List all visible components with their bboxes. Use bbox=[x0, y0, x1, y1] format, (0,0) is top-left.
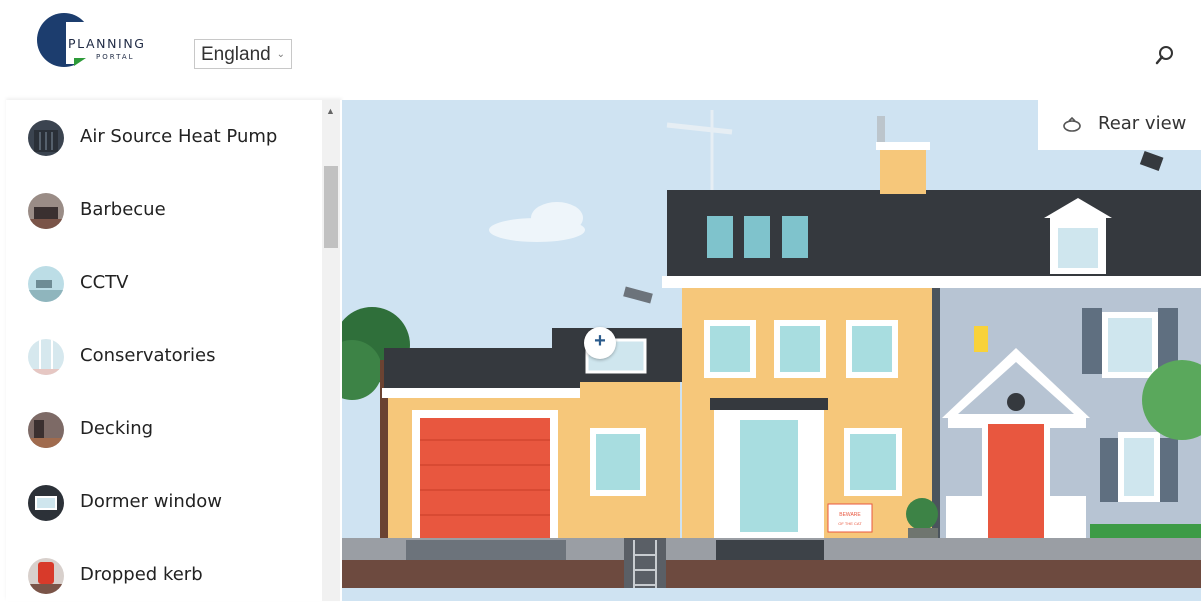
sign-text-cat: OF THE CAT bbox=[838, 521, 862, 526]
rear-view-button[interactable]: Rear view bbox=[1038, 100, 1201, 150]
country-select[interactable]: England ⌄ bbox=[194, 39, 292, 69]
rotate-view-icon bbox=[1062, 115, 1082, 135]
cctv-icon bbox=[28, 266, 64, 302]
sidebar-item-label: Decking bbox=[80, 418, 154, 439]
barbecue-icon bbox=[28, 193, 64, 229]
planning-portal-logo[interactable]: PLANNING PORTAL bbox=[36, 12, 166, 70]
sidebar-item-barbecue[interactable]: Barbecue bbox=[6, 173, 322, 245]
sidebar-item-label: Conservatories bbox=[80, 345, 216, 366]
sidebar-item-dropped-kerb[interactable]: Dropped kerb bbox=[6, 538, 322, 610]
sidebar-item-label: Air Source Heat Pump bbox=[80, 126, 278, 147]
sidebar-scrollbar[interactable]: ▲ bbox=[322, 100, 340, 601]
plus-icon: + bbox=[594, 330, 606, 352]
site-header: PLANNING PORTAL England ⌄ bbox=[0, 0, 1201, 100]
sidebar-item-decking[interactable]: Decking bbox=[6, 392, 322, 464]
sidebar-item-conservatories[interactable]: Conservatories bbox=[6, 319, 322, 391]
scroll-up-arrow-icon[interactable]: ▲ bbox=[326, 106, 335, 116]
dormer-window-icon bbox=[28, 485, 64, 521]
country-select-value: England bbox=[201, 44, 271, 65]
dropped-kerb-icon bbox=[28, 558, 64, 594]
sidebar-item-label: CCTV bbox=[80, 272, 129, 293]
scrollbar-thumb[interactable] bbox=[324, 166, 338, 248]
house-scene-svg: BEWARE OF THE CAT bbox=[342, 110, 1201, 601]
house-illustration: BEWARE OF THE CAT bbox=[342, 100, 1201, 601]
sidebar-item-label: Barbecue bbox=[80, 199, 166, 220]
hotspot-plus-button[interactable]: + bbox=[584, 327, 616, 359]
sign-text-beware: BEWARE bbox=[839, 512, 861, 518]
sidebar-item-dormer-window[interactable]: Dormer window bbox=[6, 465, 322, 537]
logo-text-portal: PORTAL bbox=[96, 53, 135, 61]
decking-icon bbox=[28, 412, 64, 448]
sidebar-item-cctv[interactable]: CCTV bbox=[6, 246, 322, 318]
sidebar-item-label: Dormer window bbox=[80, 491, 222, 512]
heat-pump-icon bbox=[28, 120, 64, 156]
chevron-down-icon: ⌄ bbox=[276, 49, 285, 60]
conservatory-icon bbox=[28, 339, 64, 375]
logo-text-planning: PLANNING bbox=[68, 36, 146, 51]
rear-view-label: Rear view bbox=[1098, 113, 1187, 134]
features-sidebar[interactable]: Air Source Heat Pump Barbecue CCTV Conse… bbox=[6, 100, 342, 601]
sidebar-item-air-source-heat-pump[interactable]: Air Source Heat Pump bbox=[6, 100, 322, 172]
sidebar-item-label: Dropped kerb bbox=[80, 564, 203, 585]
search-icon[interactable] bbox=[1154, 44, 1176, 66]
